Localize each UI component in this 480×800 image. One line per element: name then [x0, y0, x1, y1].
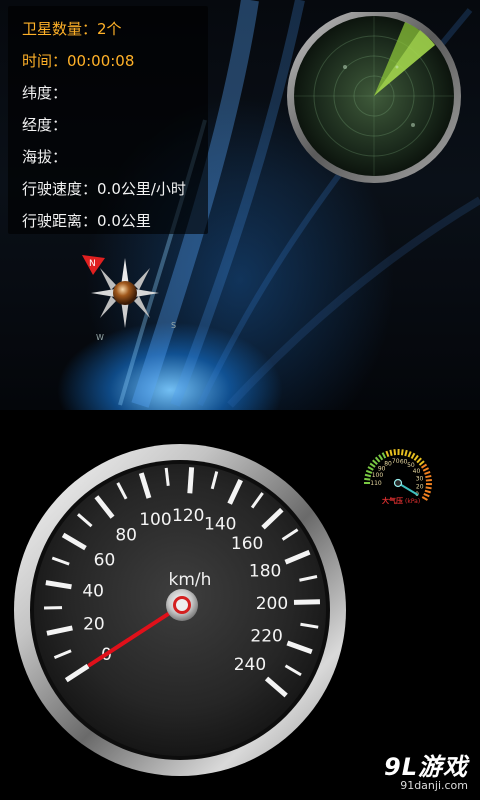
distance-label: 行驶距离：: [22, 212, 98, 230]
speed-unit-label: km/h: [169, 570, 212, 590]
barometer-tick: [425, 486, 432, 490]
svg-text:W: W: [96, 333, 104, 342]
barometer-tick: [420, 463, 428, 469]
barometer-tick: [410, 452, 416, 459]
tick-label: 240: [234, 655, 266, 675]
speedometer-area: 0 20 40 60 80 100 120 140 160 180 200 22…: [0, 410, 480, 800]
barometer-tick: [418, 460, 425, 466]
major-tick: [293, 599, 321, 605]
compass-icon: N S W: [82, 255, 176, 342]
distance-value: 0.0公里: [97, 212, 151, 230]
barometer-tick: [400, 449, 404, 456]
tick-label: 80: [384, 460, 392, 467]
tick-label: 20: [416, 483, 424, 490]
barometer-label: 大气压: [382, 496, 403, 505]
major-tick: [187, 467, 195, 494]
barometer-tick: [381, 452, 387, 459]
radar-blip: [395, 65, 399, 69]
longitude-label: 经度：: [22, 116, 68, 134]
tick-label: 40: [413, 468, 421, 475]
gps-panel: 卫星数量：2个 时间：00:00:08 纬度： 经度： 海拔： 行驶速度：0.0…: [0, 0, 480, 410]
tick-label: 120: [172, 506, 204, 526]
barometer-tick: [422, 467, 429, 472]
tick-label: 30: [416, 475, 424, 482]
tick-label: 200: [256, 594, 288, 614]
watermark-brand: 9L游戏: [384, 753, 468, 781]
radar-blip: [343, 65, 347, 69]
speed-row: 行驶速度：0.0公里/小时: [22, 178, 186, 199]
tick-label: 100: [372, 472, 384, 479]
barometer-tick: [421, 496, 428, 501]
barometer-tick: [404, 449, 408, 457]
barometer-tick: [424, 489, 431, 494]
barometer-gauge: 110 100 90 80 70 60 50 40 30 20 0 大气压 (k…: [364, 448, 433, 505]
svg-text:S: S: [171, 321, 176, 330]
radar-blip: [411, 123, 415, 127]
speedometer-gauge: 0 20 40 60 80 100 120 140 160 180 200 22…: [14, 444, 346, 776]
barometer-tick: [378, 454, 384, 461]
altitude-label: 海拔：: [22, 148, 68, 166]
time-value: 00:00:08: [67, 52, 135, 70]
barometer-tick: [393, 449, 397, 456]
speed-label: 行驶速度：: [22, 180, 98, 198]
barometer-tick: [364, 473, 372, 478]
tick-label: 180: [249, 562, 281, 582]
tick-label: 70: [392, 458, 400, 465]
tick-label: 60: [94, 550, 116, 570]
barometer-tick: [424, 470, 431, 475]
radar-widget: [287, 12, 461, 183]
satellite-count-row: 卫星数量：2个: [22, 18, 122, 39]
barometer-tick: [423, 493, 430, 498]
gps-info-panel: 卫星数量：2个 时间：00:00:08 纬度： 经度： 海拔： 行驶速度：0.0…: [8, 6, 208, 234]
svg-text:N: N: [89, 259, 96, 269]
barometer-tick: [369, 462, 376, 468]
barometer-tick: [416, 457, 422, 464]
barometer-tick: [385, 450, 390, 458]
longitude-row: 经度：: [22, 114, 67, 135]
barometer-tick-labels: 110 100 90 80 70 60 50 40 30 20 0: [370, 458, 423, 498]
tick-label: 160: [231, 534, 263, 554]
altitude-row: 海拔：: [22, 146, 67, 167]
satellite-count-label: 卫星数量：: [22, 20, 98, 38]
satellite-count-value: 2个: [97, 20, 122, 38]
latitude-label: 纬度：: [22, 84, 68, 102]
time-label: 时间：: [22, 52, 68, 70]
watermark-logo: 9L游戏 91danji.com: [384, 747, 468, 792]
distance-row: 行驶距离：0.0公里: [22, 210, 151, 231]
tick-label: 100: [139, 510, 171, 530]
barometer-tick: [425, 479, 432, 482]
time-row: 时间：00:00:08: [22, 50, 134, 71]
barometer-tick: [425, 474, 432, 479]
barometer-unit: (kPa): [405, 498, 420, 505]
barometer-tick: [367, 466, 374, 471]
minor-tick: [164, 467, 170, 486]
tick-label: 80: [115, 525, 137, 545]
latitude-row: 纬度：: [22, 82, 67, 103]
tick-label: 20: [83, 614, 105, 634]
tick-label: 140: [204, 515, 236, 535]
barometer-tick: [372, 459, 378, 466]
tick-label: 110: [370, 480, 382, 487]
tick-label: 220: [250, 627, 282, 647]
barometer-tick: [413, 454, 419, 461]
tick-label: 40: [82, 581, 104, 601]
barometer-tick: [374, 456, 381, 463]
speed-value: 0.0公里/小时: [97, 180, 186, 198]
barometer-tick: [407, 451, 412, 458]
barometer-tick: [389, 449, 393, 456]
